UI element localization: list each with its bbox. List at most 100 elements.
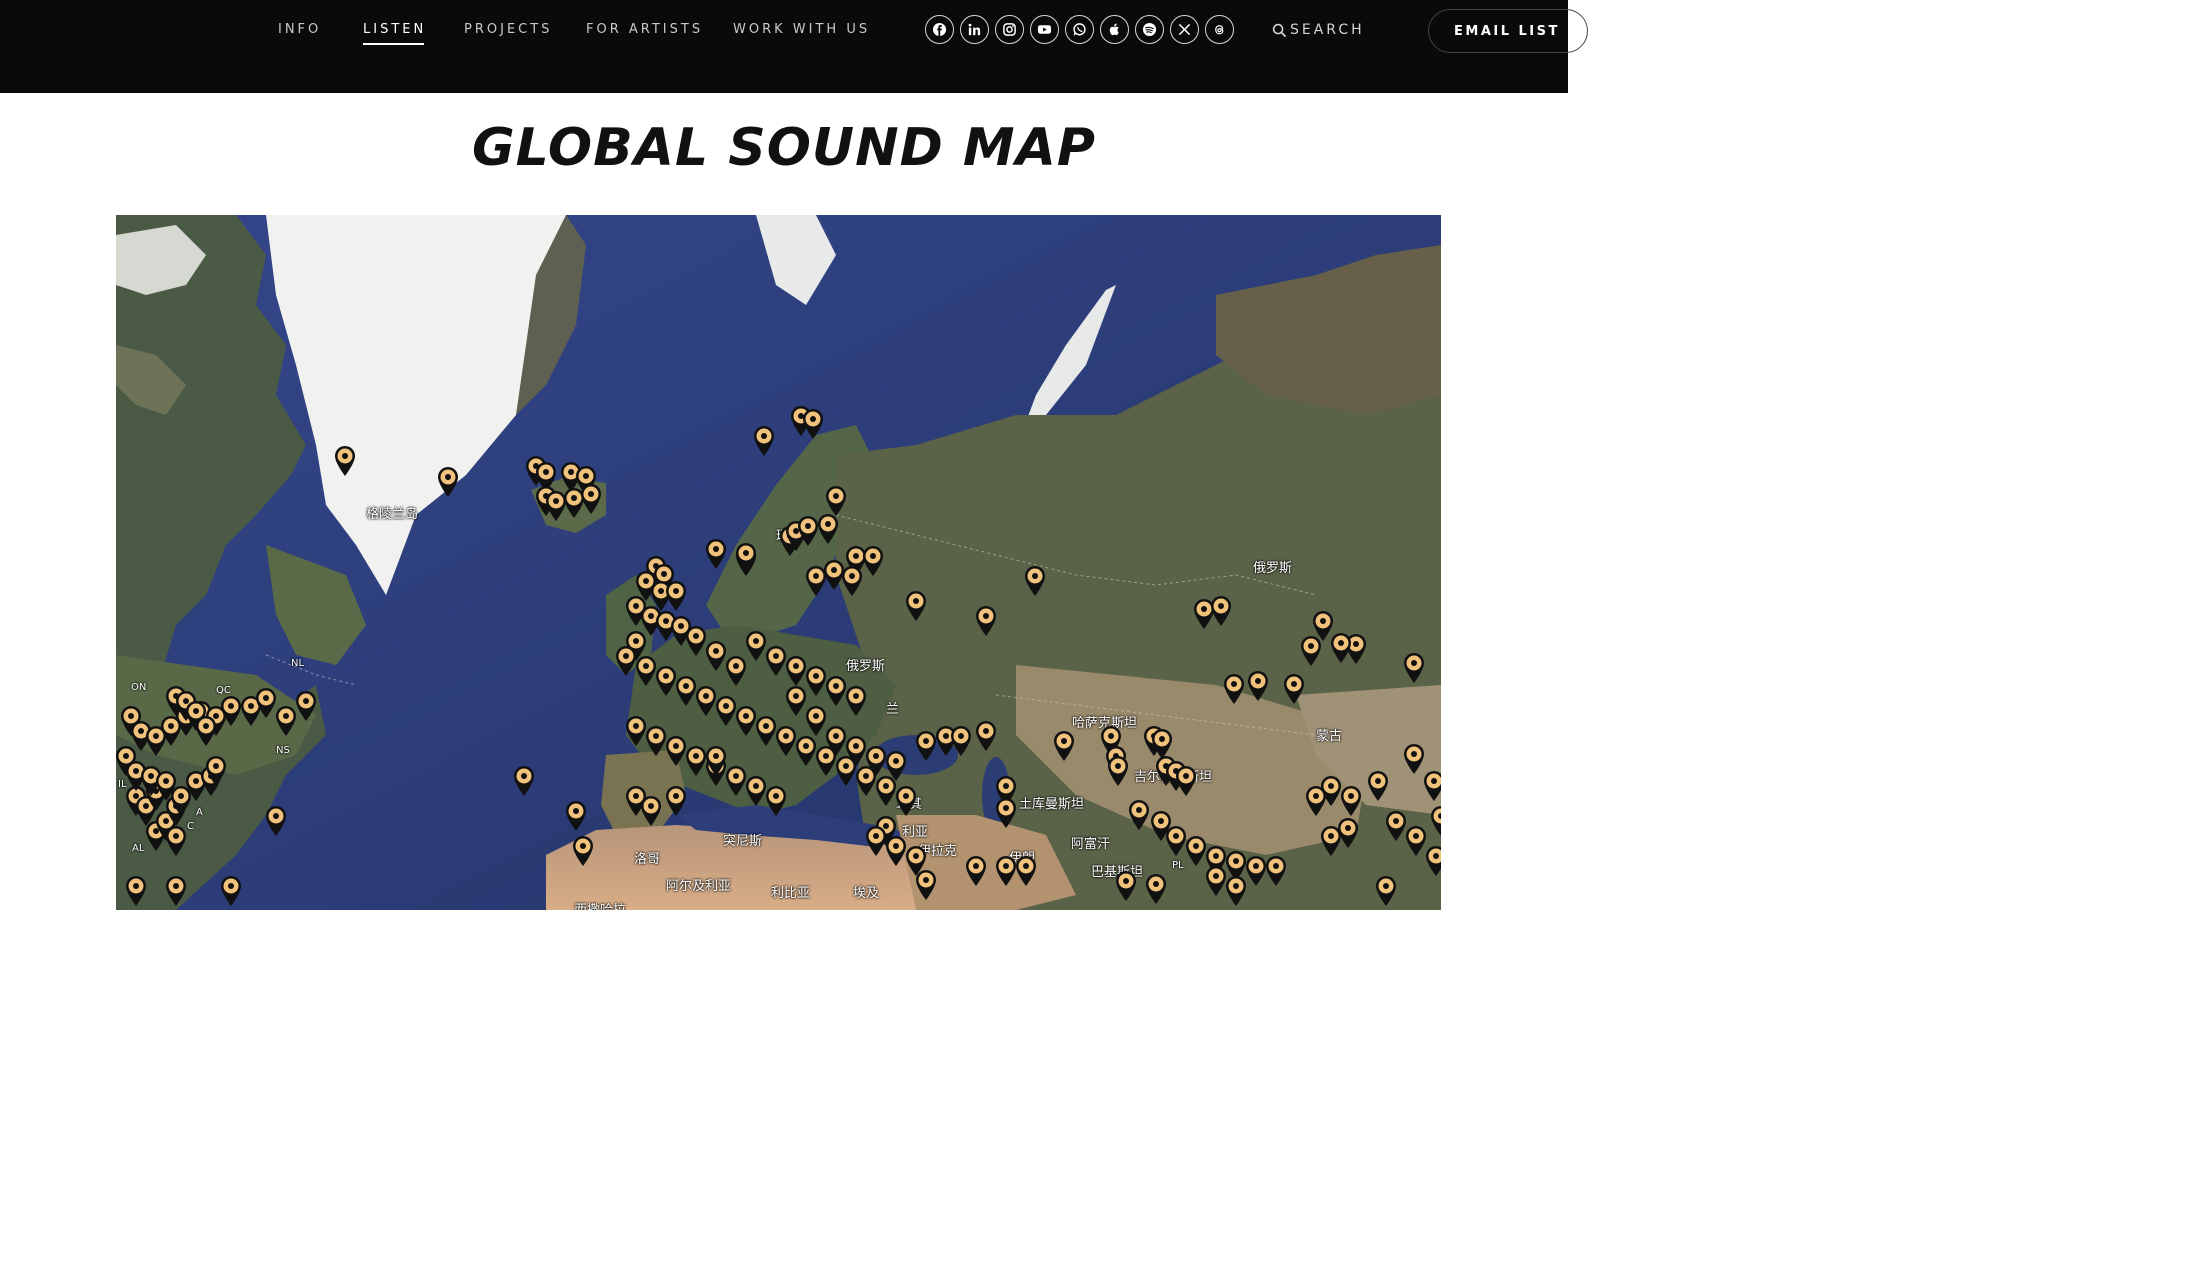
map-pin[interactable]: [294, 690, 318, 722]
map-pin[interactable]: [704, 538, 728, 570]
whatsapp-icon[interactable]: [1065, 15, 1094, 44]
map-pin[interactable]: [1114, 870, 1138, 902]
map-pin[interactable]: [1336, 817, 1360, 849]
map-pin-icon: [566, 801, 586, 831]
search-icon: [1272, 23, 1287, 37]
map-pin[interactable]: [639, 795, 663, 827]
nav-for-artists[interactable]: FOR ARTISTS: [586, 22, 703, 37]
map-pin[interactable]: [844, 685, 868, 717]
nav-listen[interactable]: LISTEN: [363, 22, 426, 45]
map-pin[interactable]: [194, 715, 218, 747]
map-pin[interactable]: [333, 445, 357, 477]
map-pin[interactable]: [894, 785, 918, 817]
map-pin-icon: [221, 876, 241, 906]
map-pin[interactable]: [1264, 855, 1288, 887]
spotify-icon[interactable]: [1135, 15, 1164, 44]
map-pin-icon: [1116, 871, 1136, 901]
map-pin[interactable]: [1374, 875, 1398, 907]
map-pin[interactable]: [219, 875, 243, 907]
map-pin[interactable]: [861, 545, 885, 577]
map-pin[interactable]: [1106, 755, 1130, 787]
map-pin[interactable]: [816, 513, 840, 545]
map-pin[interactable]: [1174, 765, 1198, 797]
map-pin-icon: [335, 446, 355, 476]
map-pin[interactable]: [884, 750, 908, 782]
map-pin[interactable]: [994, 797, 1018, 829]
map-pin[interactable]: [949, 725, 973, 757]
map-pin[interactable]: [571, 835, 595, 867]
map-pin-icon: [1341, 786, 1361, 816]
map-pin[interactable]: [704, 745, 728, 777]
map-pin-icon: [754, 426, 774, 456]
map-pin[interactable]: [764, 785, 788, 817]
map-pin[interactable]: [824, 485, 848, 517]
map-pin[interactable]: [1429, 805, 1441, 837]
map-pin-icon: [196, 716, 216, 746]
label-libya: 利比亚: [771, 886, 811, 901]
email-list-label: EMAIL LIST: [1454, 23, 1560, 39]
apple-icon[interactable]: [1100, 15, 1129, 44]
map-pin[interactable]: [154, 770, 178, 802]
map-pin[interactable]: [1424, 845, 1441, 877]
nav-work-with-us[interactable]: WORK WITH US: [733, 22, 870, 37]
map-pin[interactable]: [204, 755, 228, 787]
map-pin[interactable]: [164, 875, 188, 907]
map-pin[interactable]: [752, 425, 776, 457]
map-pin[interactable]: [1224, 875, 1248, 907]
map-pin[interactable]: [1329, 632, 1353, 664]
map-pin[interactable]: [1209, 595, 1233, 627]
label-afghanistan: 阿富汗: [1071, 837, 1111, 852]
map-pin[interactable]: [124, 875, 148, 907]
map-pin[interactable]: [1052, 730, 1076, 762]
map-pin[interactable]: [1366, 770, 1390, 802]
map-pin-icon: [1146, 874, 1166, 904]
map-pin[interactable]: [512, 765, 536, 797]
label-mongolia: 蒙古: [1316, 729, 1343, 744]
map-pin[interactable]: [974, 720, 998, 752]
label-turkmenistan: 土库曼斯坦: [1019, 797, 1085, 812]
label-tunisia: 突尼斯: [723, 834, 763, 849]
map-pin[interactable]: [1422, 770, 1441, 802]
map-pin[interactable]: [1402, 652, 1426, 684]
map-pin[interactable]: [914, 869, 938, 901]
map-pin[interactable]: [964, 855, 988, 887]
sound-map[interactable]: 格陵兰岛 俄罗斯 哈萨克斯坦 蒙古 土库曼斯坦 阿富汗 伊朗 伊拉克 利亚 巴基…: [116, 215, 1441, 910]
map-pin[interactable]: [664, 580, 688, 612]
map-pin[interactable]: [579, 483, 603, 515]
youtube-icon[interactable]: [1030, 15, 1059, 44]
map-pin-icon: [1054, 731, 1074, 761]
map-pin[interactable]: [1127, 799, 1151, 831]
label-greenland: 格陵兰岛: [366, 507, 419, 522]
instagram-icon[interactable]: [995, 15, 1024, 44]
map-pin[interactable]: [564, 800, 588, 832]
map-pin[interactable]: [904, 590, 928, 622]
map-pin[interactable]: [1023, 565, 1047, 597]
label-egypt: 埃及: [853, 886, 880, 901]
map-pin-icon: [906, 591, 926, 621]
map-pin[interactable]: [1144, 873, 1168, 905]
map-pin[interactable]: [1339, 785, 1363, 817]
nav-projects[interactable]: PROJECTS: [464, 22, 552, 37]
label-algeria: 阿尔及利亚: [666, 879, 732, 894]
map-pin[interactable]: [1299, 635, 1323, 667]
map-pin[interactable]: [664, 785, 688, 817]
map-pin[interactable]: [974, 605, 998, 637]
map-pin[interactable]: [1014, 855, 1038, 887]
map-pin[interactable]: [1282, 673, 1306, 705]
map-pin[interactable]: [801, 408, 825, 440]
facebook-icon[interactable]: [925, 15, 954, 44]
map-pin[interactable]: [734, 542, 758, 574]
map-pin[interactable]: [164, 825, 188, 857]
map-pin-icon: [296, 691, 316, 721]
nav-info[interactable]: INFO: [278, 22, 321, 37]
search-button[interactable]: SEARCH: [1272, 22, 1365, 38]
page-title: GLOBAL SOUND MAP: [471, 118, 1097, 178]
linkedin-icon[interactable]: [960, 15, 989, 44]
map-pin[interactable]: [436, 466, 460, 498]
map-pin[interactable]: [264, 805, 288, 837]
threads-icon[interactable]: [1205, 15, 1234, 44]
map-pin[interactable]: [1246, 670, 1270, 702]
map-pin[interactable]: [1222, 673, 1246, 705]
x-icon[interactable]: [1170, 15, 1199, 44]
email-list-button[interactable]: EMAIL LIST: [1428, 9, 1588, 53]
